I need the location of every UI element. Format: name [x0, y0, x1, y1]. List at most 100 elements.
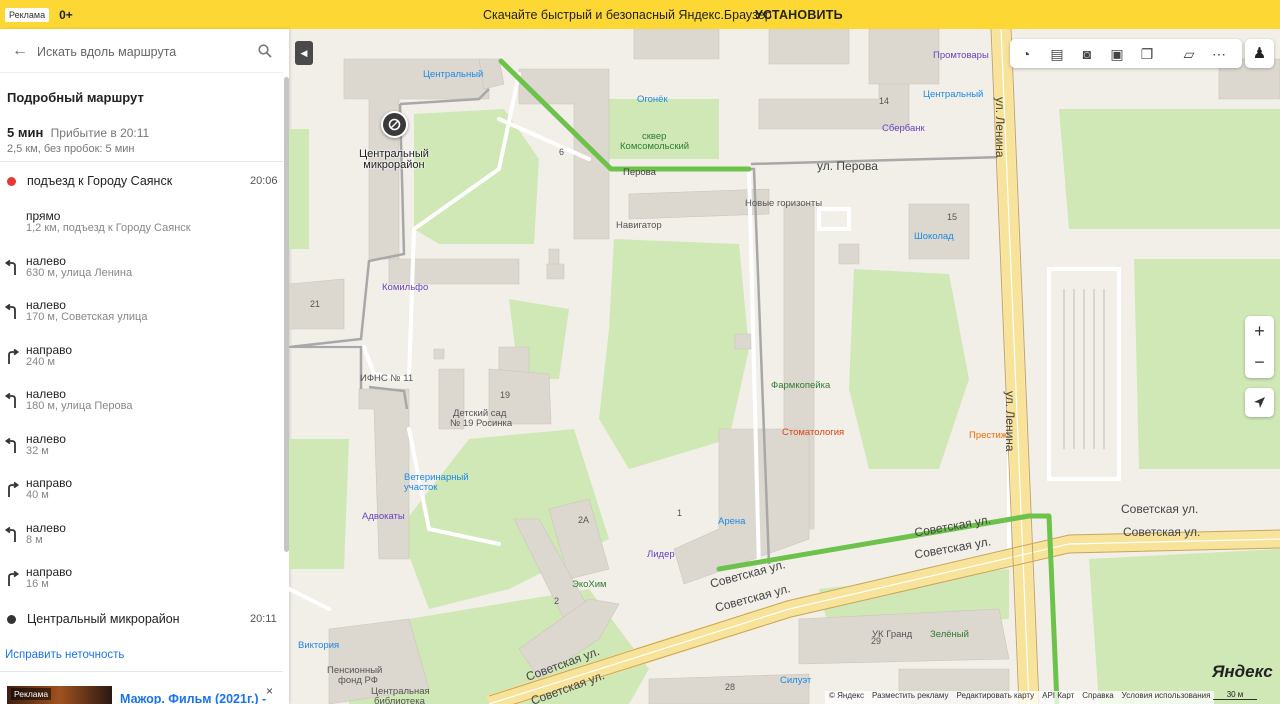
turn-left-icon — [4, 392, 20, 409]
transit-icon[interactable]: ▣ — [1108, 45, 1126, 63]
house-number: 15 — [947, 212, 958, 222]
step-maneuver: направо — [26, 342, 73, 357]
sidebar-ad[interactable]: Реклама Мажор. Фильм (2021г.) - × — [0, 671, 283, 704]
search-input[interactable]: Искать вдоль маршрута — [37, 45, 176, 59]
route-title: Подробный маршрут — [7, 90, 144, 105]
poi-label[interactable]: Комильфо — [382, 282, 428, 293]
age-rating: 0+ — [59, 7, 73, 22]
house-number: 19 — [500, 390, 511, 400]
close-icon[interactable]: × — [266, 684, 273, 698]
step-detail: 180 м, улица Перова — [26, 400, 133, 412]
poi-label[interactable]: ИФНС № 11 — [360, 373, 413, 384]
route-search-bar[interactable]: ← Искать вдоль маршрута — [0, 29, 283, 73]
ruler-icon[interactable]: ▱ — [1180, 45, 1198, 63]
street-view-person-icon[interactable]: ♟ — [1245, 39, 1274, 68]
ad-banner[interactable]: Реклама 0+ Скачайте быстрый и безопасный… — [0, 0, 1280, 29]
search-icon[interactable] — [258, 44, 272, 58]
poi-label[interactable]: Огонёк — [637, 94, 668, 105]
zoom-out-button[interactable]: − — [1245, 347, 1274, 378]
poi-label[interactable]: Престиж — [969, 430, 1007, 441]
poi-label[interactable]: Виктория — [298, 640, 339, 651]
route-distance: 2,5 км, без пробок: 5 мин — [7, 143, 135, 155]
step-detail: 16 м — [26, 578, 49, 590]
ad-label: Реклама — [5, 7, 50, 22]
house-number: 21 — [310, 299, 321, 309]
step-maneuver: прямо — [26, 209, 61, 223]
poi-label[interactable]: Новые горизонты — [745, 198, 822, 209]
back-arrow-icon[interactable]: ← — [12, 42, 28, 60]
footer-link[interactable]: Разместить рекламу — [872, 691, 948, 704]
poi-label[interactable]: библиотека — [374, 696, 425, 704]
poi-label[interactable]: Силуэт — [780, 675, 811, 686]
house-number: 2 — [554, 596, 560, 606]
install-button[interactable]: УСТАНОВИТЬ — [755, 8, 843, 22]
poi-label[interactable]: Лидер — [647, 549, 675, 560]
street-label: ул. Ленина — [1003, 391, 1017, 452]
ad-thumbnail[interactable]: Реклама — [7, 686, 112, 704]
report-error-link[interactable]: Исправить неточность — [5, 649, 124, 661]
location-arrow-icon — [1254, 397, 1265, 408]
map-footer-links: © Яндекс Разместить рекламу Редактировать … — [825, 691, 1215, 704]
destination-pin-icon[interactable] — [381, 111, 408, 138]
step-detail: 32 м — [26, 444, 49, 457]
poi-label[interactable]: Адвокаты — [362, 511, 405, 522]
end-point-time: 20:11 — [250, 613, 277, 625]
parking-lines — [1063, 289, 1105, 449]
step-maneuver: направо — [26, 476, 73, 490]
map-scale: 30 м — [1213, 690, 1257, 700]
locate-me-button[interactable] — [1245, 388, 1274, 417]
ad-title-link[interactable]: Мажор. Фильм (2021г.) - — [120, 692, 266, 704]
collapse-sidebar-button[interactable]: ◀ — [295, 41, 313, 65]
street-label: ул. Перова — [817, 159, 878, 173]
poi-label[interactable]: Промтовары — [933, 50, 989, 61]
footer-link[interactable]: Справка — [1082, 691, 1113, 704]
step-maneuver: налево — [26, 298, 66, 312]
poi-label[interactable]: № 19 Росинка — [450, 418, 512, 429]
poi-label[interactable]: Арена — [718, 516, 745, 527]
end-point-name[interactable]: Центральный микрорайон — [27, 612, 180, 626]
end-point-marker — [7, 615, 16, 624]
map-canvas[interactable]: ул. Перова Перова ул. Ленина ул. Ленина … — [289, 29, 1280, 704]
step-detail: 630 м, улица Ленина — [26, 266, 133, 279]
start-point-name[interactable]: подъезд к Городу Саянск — [27, 174, 172, 188]
footer-link[interactable]: Редактировать карту — [956, 691, 1034, 704]
step-detail: 40 м — [26, 489, 49, 501]
footer-link[interactable]: API Карт — [1042, 691, 1074, 704]
zoom-in-button[interactable]: + — [1245, 316, 1274, 347]
map-base — [289, 29, 1280, 704]
poi-label[interactable]: Зелёный — [930, 629, 969, 640]
street-label: ул. Ленина — [993, 97, 1007, 158]
poi-label[interactable]: участок — [404, 482, 437, 493]
poi-label[interactable]: ЭкоХим — [572, 579, 607, 590]
poi-label[interactable]: Фармкопейка — [771, 380, 830, 391]
more-icon[interactable]: ⋯ — [1210, 45, 1228, 63]
house-number: 2А — [578, 515, 590, 525]
poi-label[interactable]: Центральный — [923, 89, 983, 100]
poi-label[interactable]: Центральный — [423, 69, 483, 80]
promo-text[interactable]: Скачайте быстрый и безопасный Яндекс.Бра… — [483, 8, 772, 22]
poi-label[interactable]: Навигатор — [616, 220, 662, 231]
route-duration: 5 мин — [7, 125, 44, 140]
poi-label[interactable]: фонд РФ — [338, 675, 378, 686]
map-layers-toolbar: ◔ ▤ ◙ ▣ ❐ ▱ ⋯ — [1010, 39, 1242, 68]
poi-label[interactable]: Шоколад — [914, 231, 954, 242]
step-maneuver: направо — [26, 565, 73, 579]
traffic-layer-icon[interactable]: ◔ — [1017, 45, 1035, 63]
turn-left-icon — [4, 259, 20, 276]
route-summary: 5 мин Прибытие в 20:11 — [7, 125, 149, 140]
street-label: Перова — [623, 167, 656, 178]
zoom-control: + − — [1245, 316, 1274, 378]
route-sidebar: ← Искать вдоль маршрута Подробный маршру… — [0, 29, 289, 704]
footer-link[interactable]: © Яндекс — [829, 691, 864, 704]
turn-right-icon — [4, 348, 20, 365]
camera-icon[interactable]: ◙ — [1078, 45, 1096, 63]
poi-label[interactable]: Стоматология — [782, 427, 844, 438]
layers-icon[interactable]: ❐ — [1138, 45, 1156, 63]
house-number: 14 — [879, 96, 890, 106]
poi-label[interactable]: Сбербанк — [882, 123, 925, 134]
panorama-icon[interactable]: ▤ — [1048, 45, 1066, 63]
house-number: 6 — [559, 147, 565, 157]
footer-link[interactable]: Условия использования — [1122, 691, 1211, 704]
turn-left-icon — [4, 303, 20, 320]
poi-label[interactable]: Комсомольский — [620, 141, 689, 152]
